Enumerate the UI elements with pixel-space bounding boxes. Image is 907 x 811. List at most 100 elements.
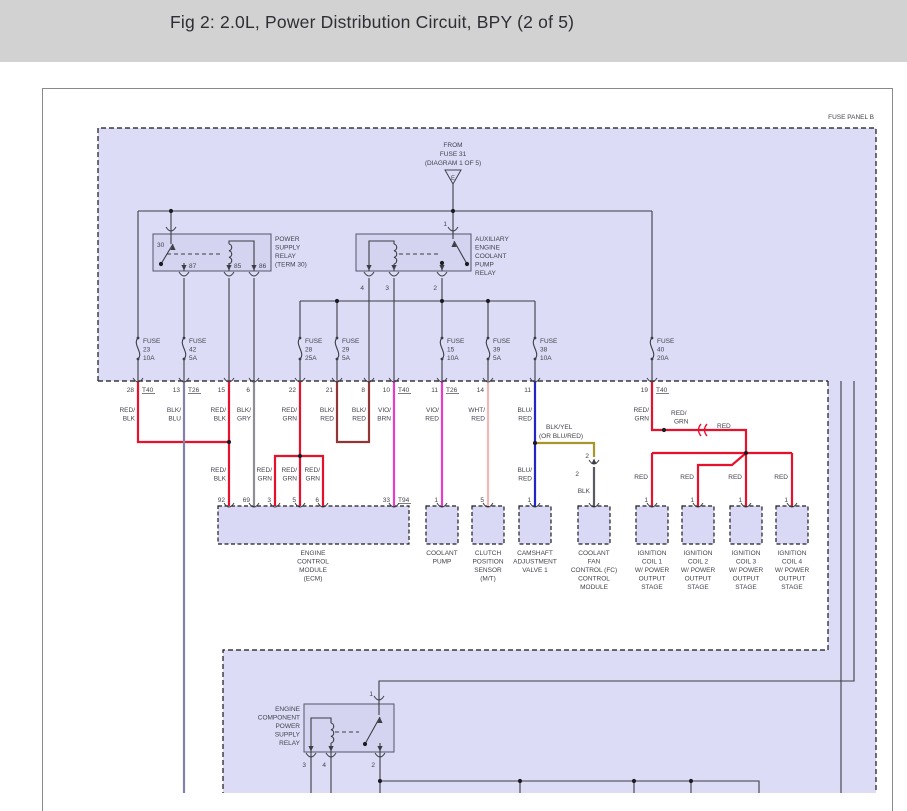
diagram-label: 1 [369,691,373,698]
diagram-label: COIL 3 [736,559,757,566]
diagram-label: 8 [361,387,365,394]
diagram-label: 5 [480,497,484,504]
diagram-label: RED [352,416,366,423]
diagram-label: MODULE [299,567,327,574]
diagram-label: 1 [443,221,447,228]
ignition-coil-1-box [635,505,669,545]
diagram-label: RED [518,416,532,423]
diagram-label: BLK [578,488,591,495]
diagram-label: RED/ [119,407,135,414]
ignition-coil-2-box [681,505,715,545]
diagram-label: 20A [657,355,669,362]
junction-dot [439,260,445,266]
diagram-label: COMPONENT [258,715,300,722]
diagram-label: 13 [173,387,181,394]
junction-dot [439,298,445,304]
diagram-label: 1 [527,497,531,504]
fuse-38-dot-bottom [533,357,537,361]
diagram-label: 10A [447,355,459,362]
diagram-label: FUSE [143,338,161,345]
diagram-label: 1 [784,497,788,504]
diagram-label: 28 [305,347,313,354]
diagram-label: GRN [674,419,689,426]
junction-dot [377,778,383,784]
diagram-label: GRN [306,476,321,483]
diagram-label: MODULE [580,584,608,591]
diagram-label: (ECM) [304,576,323,583]
diagram-label: 92 [218,497,226,504]
triangle-label: E [451,176,455,182]
diagram-label: (OR BLU/RED) [539,433,583,440]
junction-dot [168,208,174,214]
diagram-label: OUTPUT [779,576,806,583]
diagram-label: T40 [398,387,410,394]
diagram-label: POWER [275,236,300,243]
junction-dot [631,778,637,784]
diagram-label: BLK [214,416,227,423]
diagram-label: RED/ [304,467,320,474]
diagram-label: FUSE [305,338,323,345]
diagram-label: (TERM 30) [275,262,307,269]
fuse-40-dot-bottom [650,357,654,361]
junction-dot [450,208,456,214]
diagram-label: RED [717,423,731,430]
diagram-label: (M/T) [480,576,496,583]
diagram-label: RED [680,474,694,481]
diagram-label: 4 [322,762,326,769]
fuse-23-dot-bottom [136,357,140,361]
diagram-label: 30 [157,242,165,249]
diagram-label: ADJUSTMENT [513,559,557,566]
diagram-label: 86 [259,263,267,270]
diagram-label: 6 [315,497,319,504]
diagram-label: 3 [385,285,389,292]
diagram-label: FUSE [540,338,558,345]
junction-dot [485,298,491,304]
diagram-label: RED/ [210,407,226,414]
diagram-label: 11 [431,387,438,394]
diagram-label: FUSE [657,338,675,345]
diagram-label: 21 [326,387,334,394]
aux-coolant-pump-relay-box [355,233,472,272]
diagram-label: RED [774,474,788,481]
diagram-label: 3 [302,762,306,769]
fuse-42-dot-bottom [182,357,186,361]
diagram-label: 1 [434,497,438,504]
diagram-label: RED/ [281,467,297,474]
ignition-coil-3-box [729,505,763,545]
diagram-label: RED [425,416,439,423]
diagram-label: OUTPUT [733,576,760,583]
diagram-label: ENGINE [275,706,301,713]
diagram-label: CLUTCH [475,550,502,557]
junction-dot [362,741,368,747]
diagram-label: 39 [493,347,501,354]
diagram-label: GRN [258,476,273,483]
diagram-label: T26 [188,387,200,394]
junction-dot [334,298,340,304]
diagram-label: GRN [635,416,650,423]
diagram-label: SUPPLY [275,732,301,739]
diagram-label: RED [471,416,485,423]
diagram-label: RELAY [475,270,496,277]
fuse-29-dot-bottom [335,357,339,361]
diagram-label: 15 [218,387,226,394]
diagram-label: OUTPUT [639,576,666,583]
diagram-label: CONTROL [578,576,610,583]
diagram-label: 10A [143,355,155,362]
ecm-box [217,505,410,545]
diagram-label: OUTPUT [685,576,712,583]
diagram-label: RED [518,476,532,483]
junction-dot [226,439,232,445]
wiring-diagram: EFUSE PANEL BFROMFUSE 31(DIAGRAM 1 OF 5)… [97,114,877,793]
diagram-label: COIL 1 [642,559,663,566]
diagram-label: POSITION [472,559,503,566]
diagram-label: COOLANT [426,550,457,557]
camshaft-adjustment-valve-box [518,505,552,545]
diagram-label: CAMSHAFT [517,550,553,557]
junction-dot [158,261,164,267]
diagram-label: 5A [189,355,198,362]
diagram-label: STAGE [781,584,803,591]
diagram-label: 33 [383,497,391,504]
diagram-label: 2 [433,285,437,292]
diagram-label: 11 [524,387,531,394]
diagram-label: BLK [123,416,136,423]
